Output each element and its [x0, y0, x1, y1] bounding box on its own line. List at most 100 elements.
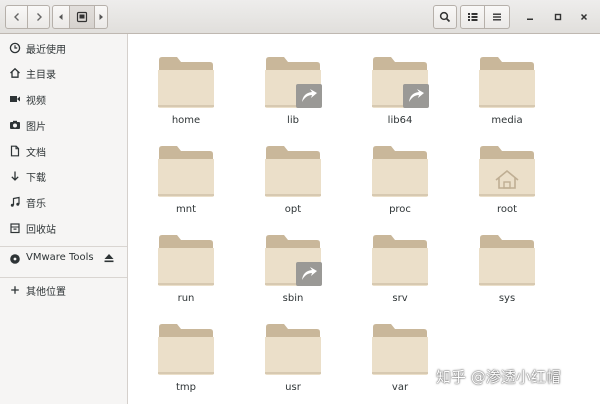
folder-icon: [158, 57, 214, 108]
folder-item-mnt[interactable]: mnt: [143, 141, 223, 227]
minimize-icon: [527, 18, 533, 20]
search-icon: [439, 11, 451, 23]
folder-item-proc[interactable]: proc: [357, 141, 437, 227]
sidebar-item-music[interactable]: 音乐: [0, 191, 127, 213]
sidebar-item-label: 主目录: [26, 70, 56, 81]
sidebar-item-pictures[interactable]: 图片: [0, 114, 127, 136]
sidebar-item-vmware-tools[interactable]: VMware Tools: [0, 248, 127, 270]
folder-icon: [265, 324, 321, 375]
folder-icon: [372, 235, 428, 286]
folder-item-lib64[interactable]: lib64: [357, 52, 437, 138]
folder-label: media: [491, 115, 523, 126]
sidebar-item-label: 图片: [26, 122, 46, 133]
sidebar-item-label: VMware Tools: [26, 252, 94, 263]
path-scroll-left-button[interactable]: [52, 5, 70, 29]
folder-item-run[interactable]: run: [143, 230, 223, 316]
eject-icon[interactable]: [103, 252, 117, 266]
camera-icon: [8, 118, 22, 132]
folder-icon: [372, 146, 428, 197]
triangle-right-icon: [99, 14, 103, 20]
sidebar-item-label: 最近使用: [26, 45, 66, 56]
sidebar-item-documents[interactable]: 文档: [0, 140, 127, 162]
folder-label: lib64: [387, 115, 413, 126]
folder-icon: [372, 57, 429, 108]
folder-icon: [372, 324, 428, 375]
back-button[interactable]: [5, 5, 28, 29]
folder-item-opt[interactable]: opt: [250, 141, 330, 227]
folder-icon: [158, 324, 214, 375]
sidebar: 最近使用 主目录 视频 图片 文档 下载 音乐 回收站 VMware Tools…: [0, 34, 128, 404]
close-button[interactable]: [575, 8, 593, 26]
folder-label: root: [496, 204, 518, 215]
watermark: 知乎 @渗透小红帽: [436, 368, 561, 386]
list-view-icon: [467, 13, 477, 21]
folder-icon: [158, 235, 214, 286]
folder-icon: [158, 146, 214, 197]
folder-icon: [265, 146, 321, 197]
folder-label: run: [177, 293, 195, 304]
folder-label-partial: dev: [357, 34, 437, 36]
folder-item-media[interactable]: media: [464, 52, 544, 138]
sidebar-item-label: 音乐: [26, 199, 46, 210]
hamburger-menu-icon: [493, 13, 501, 21]
close-icon: [580, 13, 588, 21]
symlink-badge-icon: [296, 262, 322, 286]
folder-item-sbin[interactable]: sbin: [250, 230, 330, 316]
sidebar-item-recent[interactable]: 最近使用: [0, 37, 127, 59]
folder-label: mnt: [176, 204, 196, 215]
sidebar-separator: [0, 277, 127, 278]
document-icon: [8, 144, 22, 158]
trash-icon: [8, 221, 22, 235]
folder-item-root[interactable]: root: [464, 141, 544, 227]
sidebar-item-downloads[interactable]: 下载: [0, 165, 127, 187]
clock-icon: [8, 41, 22, 55]
folder-item-home[interactable]: home: [143, 52, 223, 138]
folder-icon: [479, 57, 535, 108]
chevron-left-icon: [13, 13, 19, 21]
header-bar: [0, 0, 600, 34]
path-root-button[interactable]: [69, 5, 95, 29]
folder-item-lib[interactable]: lib: [250, 52, 330, 138]
sidebar-item-home[interactable]: 主目录: [0, 62, 127, 84]
folder-label: proc: [389, 204, 411, 215]
forward-button[interactable]: [28, 5, 50, 29]
sidebar-item-label: 其他位置: [26, 287, 66, 298]
folder-item-usr[interactable]: usr: [250, 319, 330, 404]
folder-item-sys[interactable]: sys: [464, 230, 544, 316]
symlink-badge-icon: [403, 84, 429, 108]
drive-icon: [76, 11, 88, 23]
folder-label: srv: [392, 293, 408, 304]
maximize-icon: [554, 13, 562, 21]
video-icon: [8, 92, 22, 106]
symlink-badge-icon: [296, 84, 322, 108]
chevron-right-icon: [36, 13, 42, 21]
folder-label-partial: boot: [250, 34, 330, 36]
folder-label: sbin: [282, 293, 304, 304]
sidebar-item-videos[interactable]: 视频: [0, 88, 127, 110]
minimize-button[interactable]: [521, 8, 539, 26]
folder-icon: [479, 235, 535, 286]
folder-item-tmp[interactable]: tmp: [143, 319, 223, 404]
folder-label: var: [391, 382, 409, 393]
home-icon: [8, 66, 22, 80]
maximize-button[interactable]: [549, 8, 567, 26]
folder-label-partial: etc: [464, 34, 544, 36]
file-grid: bin boot dev etc home lib lib64 media mnt opt…: [128, 34, 600, 404]
folder-label: sys: [498, 293, 516, 304]
view-options-button[interactable]: [460, 5, 485, 29]
sidebar-item-trash[interactable]: 回收站: [0, 217, 127, 239]
path-scroll-right-button[interactable]: [94, 5, 108, 29]
music-note-icon: [8, 195, 22, 209]
folder-item-var[interactable]: var: [357, 319, 437, 404]
folder-label: lib: [287, 115, 299, 126]
sidebar-item-other-locations[interactable]: 其他位置: [0, 279, 127, 301]
folder-label: tmp: [175, 382, 196, 393]
triangle-left-icon: [59, 14, 63, 20]
menu-button[interactable]: [485, 5, 510, 29]
folder-item-srv[interactable]: srv: [357, 230, 437, 316]
plus-icon: [8, 283, 22, 297]
folder-label: opt: [284, 204, 302, 215]
folder-label-partial: bin: [143, 34, 223, 36]
search-button[interactable]: [433, 5, 457, 29]
folder-icon: [479, 146, 535, 197]
